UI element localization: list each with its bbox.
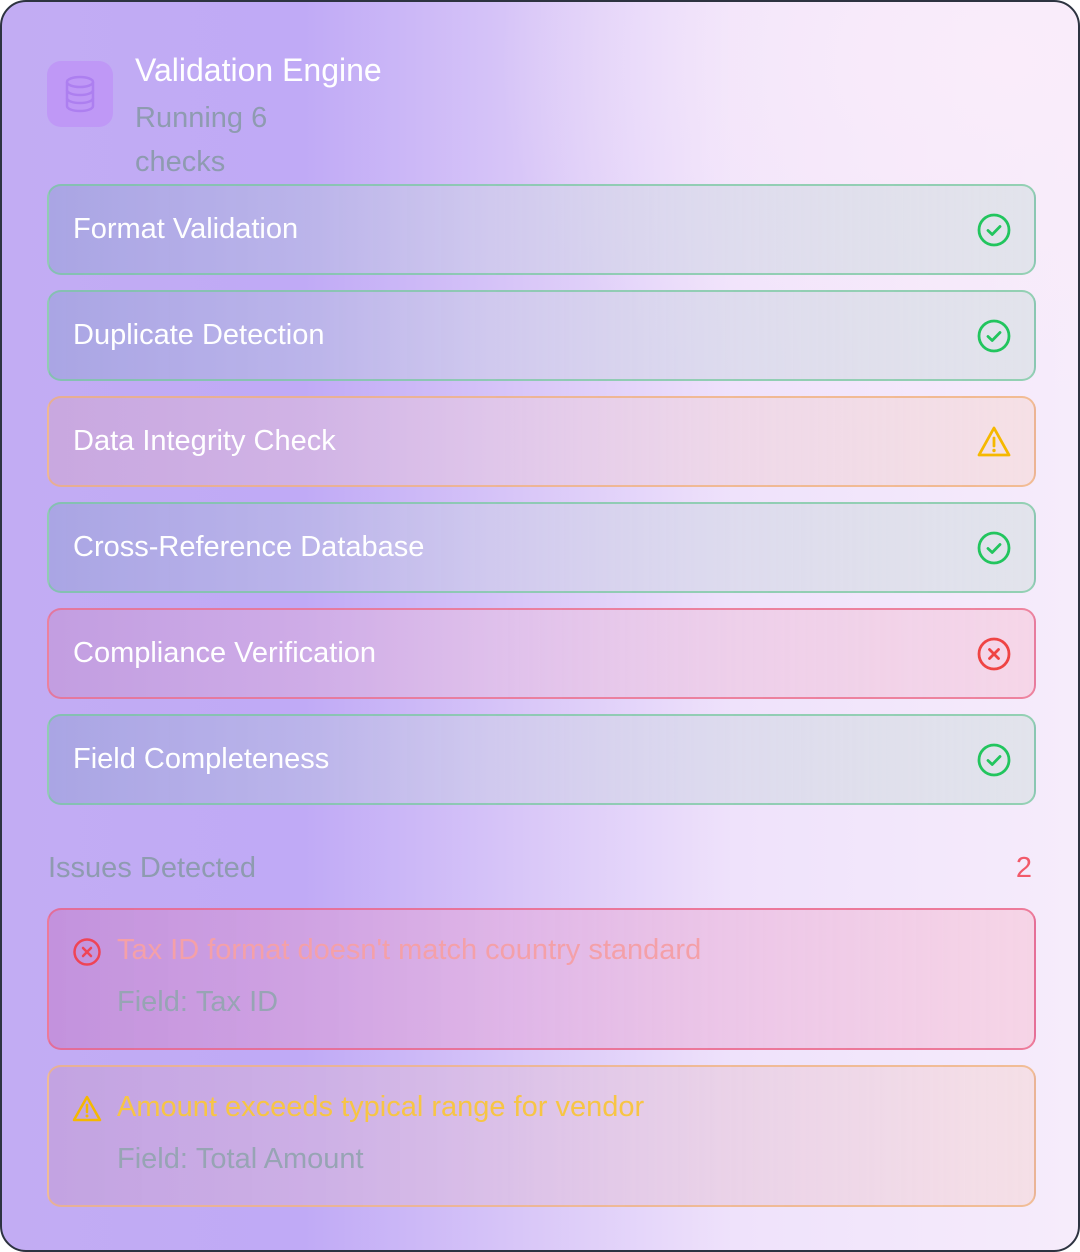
warning-triangle-icon: [71, 1093, 103, 1125]
issue-message: Amount exceeds typical range for vendor: [117, 1091, 645, 1123]
issue-field: Field: Total Amount: [117, 1143, 364, 1176]
issue-card-tax-id[interactable]: Tax ID format doesn't match country stan…: [47, 908, 1036, 1050]
check-row-cross-reference[interactable]: Cross-Reference Database: [47, 502, 1036, 593]
issue-field: Field: Tax ID: [117, 986, 278, 1019]
check-row-duplicate-detection[interactable]: Duplicate Detection: [47, 290, 1036, 381]
check-label: Duplicate Detection: [73, 319, 325, 351]
issue-field-value: Tax ID: [195, 986, 279, 1018]
issue-field-prefix: Field:: [117, 1143, 188, 1175]
database-icon: [47, 61, 113, 127]
issue-message: Tax ID format doesn't match country stan…: [117, 934, 702, 966]
check-row-data-integrity[interactable]: Data Integrity Check: [47, 396, 1036, 487]
check-label: Data Integrity Check: [73, 425, 336, 457]
check-label: Format Validation: [73, 213, 299, 245]
issues-count-badge: 2: [1015, 852, 1032, 884]
check-circle-icon: [976, 212, 1012, 248]
x-circle-icon: [71, 936, 103, 968]
issue-field-value: Total Amount: [195, 1143, 364, 1175]
check-label: Field Completeness: [73, 743, 330, 775]
check-circle-icon: [976, 530, 1012, 566]
check-row-compliance-verification[interactable]: Compliance Verification: [47, 608, 1036, 699]
checks-list: Format Validation Duplicate Detection Da…: [47, 184, 1036, 820]
check-row-field-completeness[interactable]: Field Completeness: [47, 714, 1036, 805]
warning-triangle-icon: [976, 424, 1012, 460]
check-row-format-validation[interactable]: Format Validation: [47, 184, 1036, 275]
issue-card-total-amount[interactable]: Amount exceeds typical range for vendor …: [47, 1065, 1036, 1207]
check-circle-icon: [976, 318, 1012, 354]
check-label: Compliance Verification: [73, 637, 377, 669]
page-subtitle: Running 6 checks: [135, 102, 268, 178]
x-circle-icon: [976, 636, 1012, 672]
validation-engine-panel: Validation Engine Running 6 checks Forma…: [0, 0, 1080, 1252]
issue-field-prefix: Field:: [117, 986, 188, 1018]
check-label: Cross-Reference Database: [73, 531, 425, 563]
check-circle-icon: [976, 742, 1012, 778]
page-title: Validation Engine: [135, 52, 382, 88]
issues-heading: Issues Detected: [48, 852, 256, 884]
